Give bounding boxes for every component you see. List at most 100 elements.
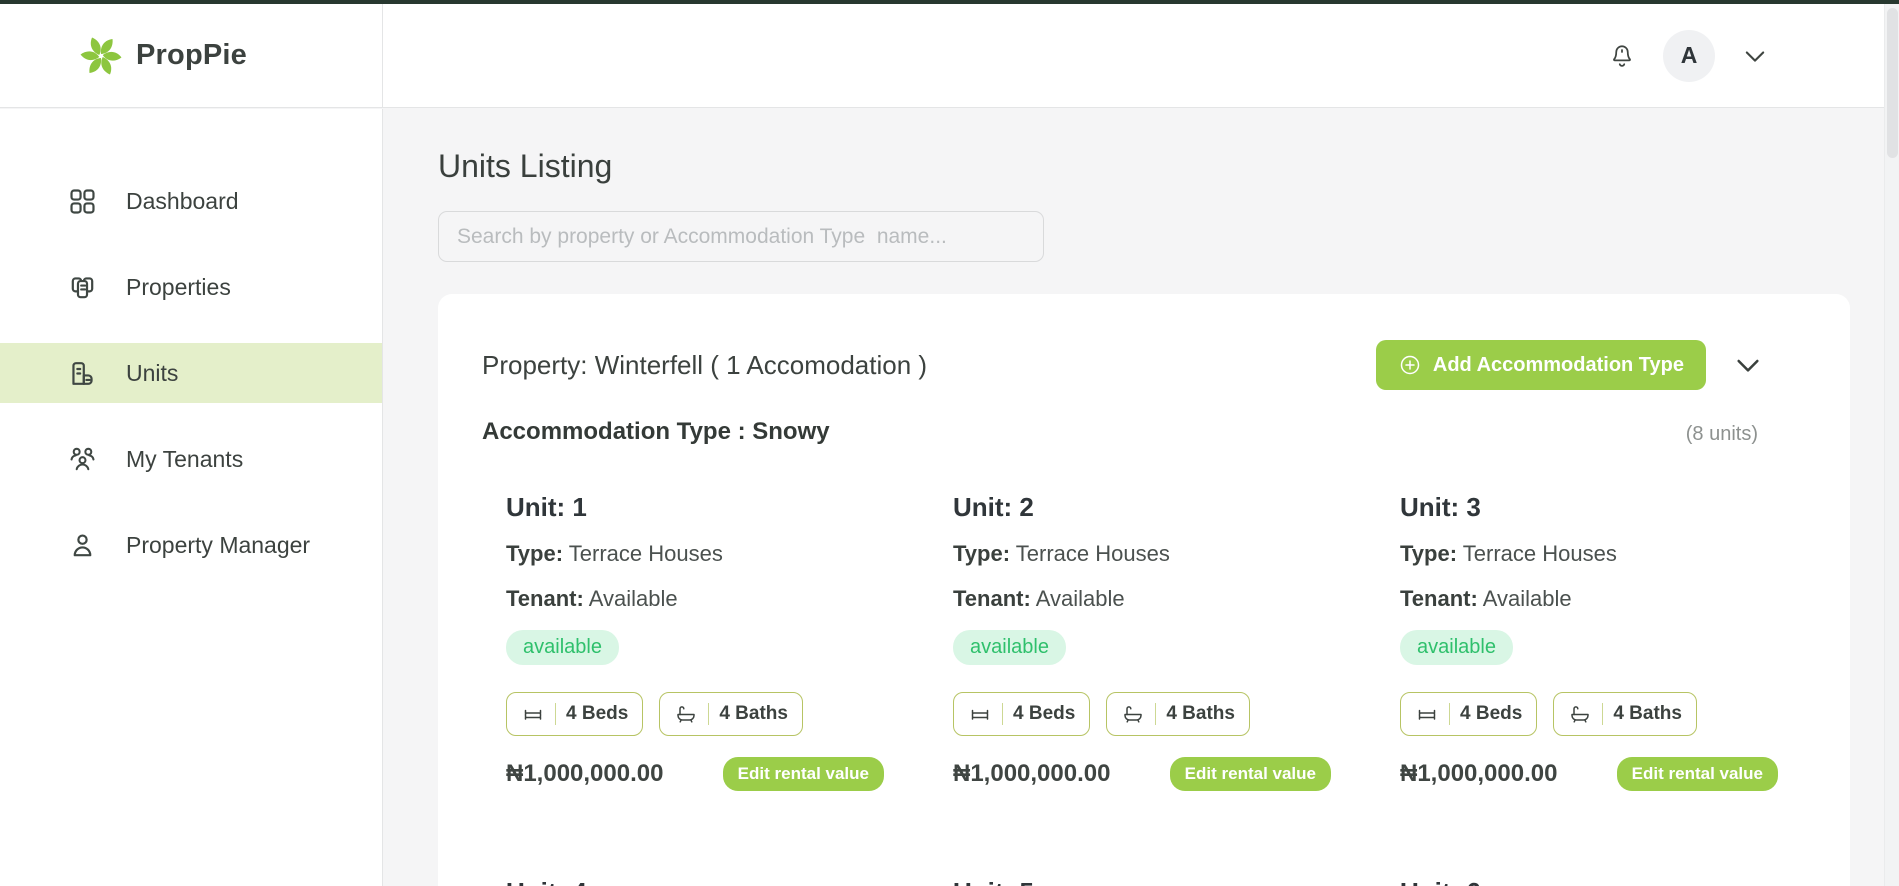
- unit-type-value: Terrace Houses: [1015, 541, 1170, 566]
- edit-rental-value-button[interactable]: Edit rental value: [1616, 757, 1778, 791]
- unit-type-line: Type: Terrace Houses: [953, 539, 1331, 569]
- beds-label: 4 Beds: [1013, 703, 1076, 724]
- unit-tenant-value: Available: [588, 586, 678, 611]
- unit-tenant-label: Tenant:: [1400, 586, 1478, 611]
- chip-divider: [1602, 703, 1604, 725]
- property-card: Property: Winterfell ( 1 Accomodation ) …: [438, 294, 1850, 886]
- unit-price-row: ₦1,000,000.00 Edit rental value: [953, 757, 1331, 791]
- buildings-icon: [67, 272, 98, 303]
- chevron-down-icon[interactable]: [1732, 349, 1764, 381]
- units-grid: Unit: 1 Type: Terrace Houses Tenant: Ava…: [506, 490, 1806, 886]
- accommodation-header-row: Accommodation Type : Snowy (8 units): [482, 418, 1806, 446]
- unit-tenant-label: Tenant:: [953, 586, 1031, 611]
- unit-card: Unit: 2 Type: Terrace Houses Tenant: Ava…: [953, 490, 1331, 791]
- beds-label: 4 Beds: [1460, 703, 1523, 724]
- unit-tenant-value: Available: [1482, 586, 1572, 611]
- unit-title: Unit: 5: [953, 875, 1331, 886]
- unit-tenant-label: Tenant:: [506, 586, 584, 611]
- bed-icon: [521, 702, 545, 726]
- unit-features-row: 4 Beds 4 Baths: [506, 692, 884, 736]
- add-accommodation-type-button[interactable]: Add Accommodation Type: [1375, 340, 1706, 390]
- sidebar-item-my-tenants[interactable]: My Tenants: [0, 429, 382, 489]
- chip-divider: [555, 703, 556, 725]
- property-heading: Property: Winterfell ( 1 Accomodation ): [482, 349, 928, 380]
- edit-rental-value-button[interactable]: Edit rental value: [722, 757, 884, 791]
- status-badge: available: [506, 630, 619, 665]
- unit-status-row: available: [506, 630, 884, 665]
- building-unit-icon: [67, 358, 98, 389]
- scrollbar-thumb[interactable]: [1887, 8, 1898, 158]
- unit-price: ₦1,000,000.00: [1400, 760, 1558, 787]
- grid-icon: [67, 186, 98, 217]
- brand: PropPie: [0, 4, 383, 107]
- unit-type-label: Type:: [506, 541, 564, 566]
- bed-icon: [1415, 702, 1439, 726]
- chevron-down-icon[interactable]: [1741, 42, 1769, 70]
- search-input[interactable]: [438, 211, 1044, 262]
- unit-card: Unit: 1 Type: Terrace Houses Tenant: Ava…: [506, 490, 884, 791]
- unit-type-line: Type: Terrace Houses: [1400, 539, 1778, 569]
- sidebar-item-dashboard[interactable]: Dashboard: [0, 171, 382, 231]
- users-icon: [67, 444, 98, 475]
- vertical-scrollbar[interactable]: [1884, 4, 1899, 886]
- baths-chip: 4 Baths: [1553, 692, 1697, 736]
- baths-chip: 4 Baths: [1106, 692, 1250, 736]
- bathtub-icon: [1121, 702, 1145, 726]
- sidebar-item-label: Property Manager: [126, 531, 311, 558]
- baths-label: 4 Baths: [1613, 703, 1682, 724]
- beds-chip: 4 Beds: [506, 692, 644, 736]
- unit-status-row: available: [953, 630, 1331, 665]
- baths-label: 4 Baths: [1166, 703, 1235, 724]
- sidebar: Dashboard Properties Units My Tenants Pr…: [0, 109, 383, 886]
- unit-price: ₦1,000,000.00: [506, 760, 664, 787]
- status-badge: available: [953, 630, 1066, 665]
- unit-tenant-line: Tenant: Available: [953, 584, 1331, 614]
- status-badge: available: [1400, 630, 1513, 665]
- unit-title: Unit: 3: [1400, 492, 1481, 522]
- header-actions: A: [383, 29, 1899, 82]
- unit-features-row: 4 Beds 4 Baths: [1400, 692, 1778, 736]
- unit-card: Unit: 3 Type: Terrace Houses Tenant: Ava…: [1400, 490, 1778, 791]
- unit-title: Unit: 2: [953, 492, 1034, 522]
- page-title: Units Listing: [438, 148, 613, 184]
- unit-type-label: Type:: [953, 541, 1011, 566]
- unit-price-row: ₦1,000,000.00 Edit rental value: [506, 757, 884, 791]
- sidebar-item-label: Properties: [126, 273, 231, 300]
- unit-type-label: Type:: [1400, 541, 1458, 566]
- add-accommodation-type-label: Add Accommodation Type: [1432, 353, 1684, 376]
- edit-rental-value-button[interactable]: Edit rental value: [1169, 757, 1331, 791]
- avatar[interactable]: A: [1663, 29, 1715, 82]
- unit-tenant-line: Tenant: Available: [506, 584, 884, 614]
- chip-divider: [708, 703, 710, 725]
- plus-circle-icon: [1398, 353, 1422, 377]
- chip-divider: [1002, 703, 1003, 725]
- sidebar-item-properties[interactable]: Properties: [0, 257, 382, 317]
- beds-label: 4 Beds: [566, 703, 629, 724]
- beds-chip: 4 Beds: [1400, 692, 1538, 736]
- bathtub-icon: [1568, 702, 1592, 726]
- main-content: Units Listing Property: Winterfell ( 1 A…: [384, 109, 1899, 886]
- unit-card: Unit: 5: [953, 875, 1331, 886]
- accommodation-heading: Accommodation Type : Snowy: [482, 418, 830, 445]
- baths-label: 4 Baths: [719, 703, 788, 724]
- unit-status-row: available: [1400, 630, 1778, 665]
- sidebar-item-units[interactable]: Units: [0, 343, 382, 403]
- sidebar-item-property-manager[interactable]: Property Manager: [0, 515, 382, 575]
- user-icon: [67, 530, 98, 561]
- bell-icon[interactable]: [1607, 41, 1637, 71]
- sidebar-item-label: Dashboard: [126, 187, 239, 214]
- unit-tenant-value: Available: [1035, 586, 1125, 611]
- unit-card: Unit: 6: [1400, 875, 1778, 886]
- unit-type-value: Terrace Houses: [1462, 541, 1617, 566]
- chip-divider: [1449, 703, 1450, 725]
- unit-type-value: Terrace Houses: [568, 541, 723, 566]
- units-count: (8 units): [1685, 423, 1758, 445]
- unit-price: ₦1,000,000.00: [953, 760, 1111, 787]
- app-header: PropPie A: [0, 4, 1899, 108]
- chip-divider: [1155, 703, 1157, 725]
- bathtub-icon: [674, 702, 698, 726]
- sidebar-item-label: Units: [126, 359, 179, 386]
- unit-title: Unit: 4: [506, 875, 884, 886]
- pinwheel-flower-icon: [79, 34, 123, 78]
- sidebar-item-label: My Tenants: [126, 445, 244, 472]
